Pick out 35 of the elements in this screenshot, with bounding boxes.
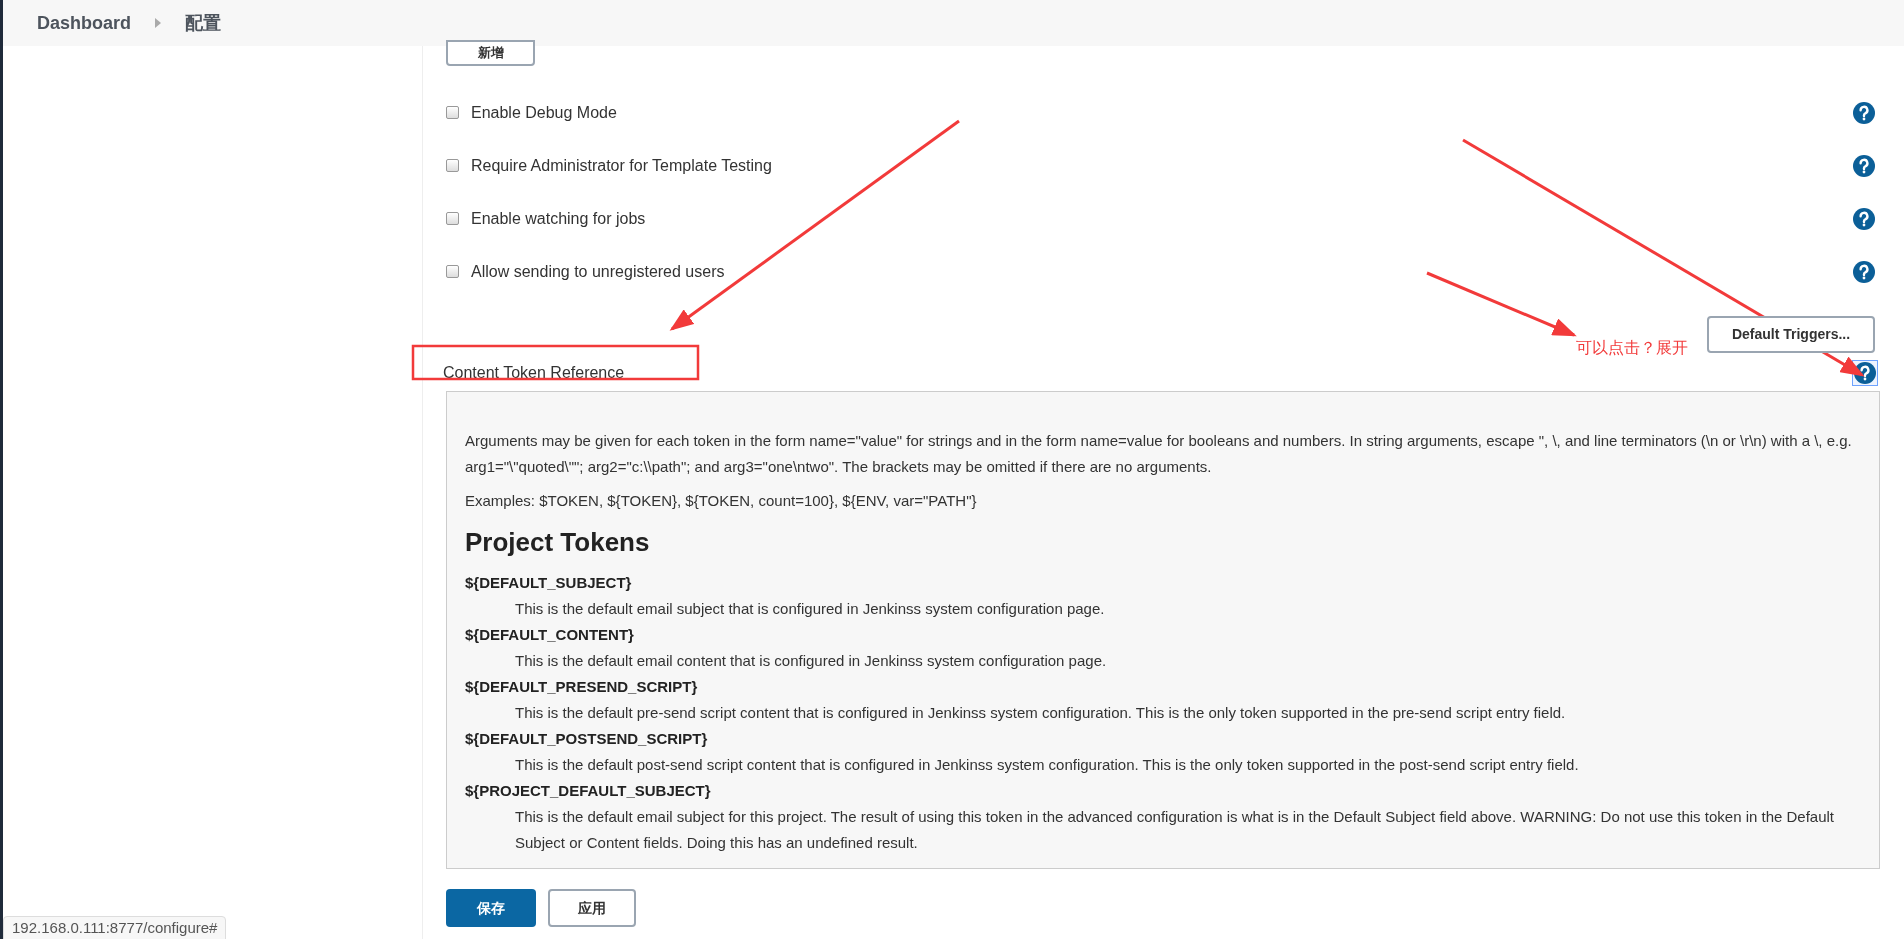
token-description: This is the default email subject for this project. The result of using this token in the advanced configuration is what is in the Default Subject field above. WARNING: Do not use this token in the Default Subject or Content fields. Doing this has an undefined result. [514,807,1836,853]
help-icon[interactable] [1852,100,1876,125]
token-name: ${PROJECT_DEFAULT_SUBJECT} [465,781,712,801]
token-description: This is the default post-send script content that is configured in Jenkinss system configuration. This is the only token supported in the post-send script entry field. [514,755,1580,775]
annotation-text: 可以点击？展开 [1576,338,1688,358]
token-description: This is the default email subject that is configured in Jenkinss system configuration page. [514,599,1106,619]
apply-button[interactable]: 应用 [548,889,636,927]
section-title: Content Token Reference [443,363,625,383]
checkbox-label: Enable watching for jobs [471,208,646,229]
token-description: This is the default pre-send script content that is configured in Jenkinss system configuration. This is the only token supported in the pre-send script entry field. [514,703,1567,723]
breadcrumb-link[interactable]: Dashboard [37,9,132,37]
add-button[interactable]: 新增 [446,40,535,66]
checkbox-label: Enable Debug Mode [471,102,617,123]
checkbox[interactable] [446,106,459,119]
token-name: ${DEFAULT_PRESEND_SCRIPT} [465,677,699,697]
breadcrumb-link[interactable]: 配置 [185,9,222,37]
token-description: This is the default email content that is configured in Jenkinss system configuration page. [514,651,1108,671]
chevron-icon [155,18,162,28]
help-icon[interactable] [1852,259,1876,284]
status-url: 192.168.0.111:8777/configure# [3,916,227,939]
default-triggers-button[interactable]: Default Triggers... [1707,316,1875,353]
help-icon[interactable] [1852,206,1876,231]
section-heading: Project Tokens [465,526,651,559]
token-name: ${DEFAULT_CONTENT} [465,625,635,645]
token-name: ${DEFAULT_SUBJECT} [465,573,633,593]
save-button[interactable]: 保存 [446,889,536,927]
token-name: ${DEFAULT_POSTSEND_SCRIPT} [465,729,709,749]
help-paragraph: Examples: $TOKEN, ${TOKEN}, ${TOKEN, count=100}, ${ENV, var="PATH"} [465,491,978,511]
checkbox-label: Require Administrator for Template Testing [471,155,772,176]
checkbox[interactable] [446,265,459,278]
help-paragraph: Arguments may be given for each token in the form name="value" for strings and in the form name=value for booleans and numbers. In string arguments, escape ", \, and line terminators (\n or \r\n) with a \, e.g. arg1="\"quoted\""; arg2="c:\\path"; and arg3="one\ntwo". The brackets may be omitted if there are no arguments. [465,431,1853,477]
checkbox[interactable] [446,159,459,172]
help-icon[interactable] [1852,153,1876,178]
checkbox-label: Allow sending to unregistered users [471,261,725,282]
checkbox[interactable] [446,212,459,225]
